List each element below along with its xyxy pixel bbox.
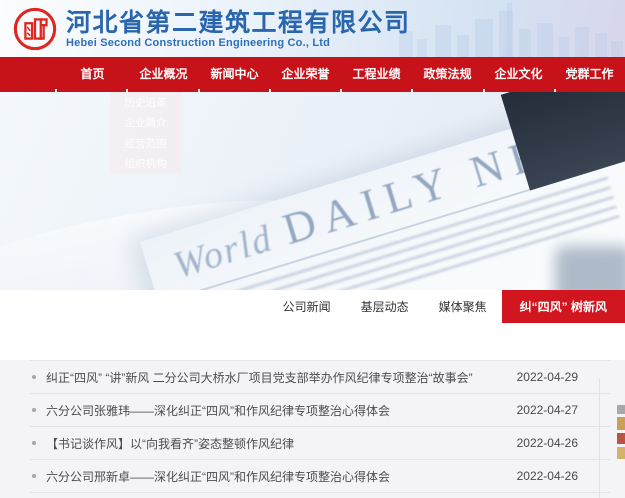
nav-item[interactable]: 党群工作 (554, 57, 625, 89)
nav-items: 首页 企业概况 新闻中心 企业荣誉 工程业绩 政策法规 企业文化 党群工作 (0, 57, 625, 89)
news-list-area: 纠正“四风” “讲”新风 二分公司大桥水厂项目党支部举办作风纪律专项整治“故事会… (0, 360, 625, 498)
hero-banner: ...Set for This Week WorldDAILY NEWS 历史沿… (0, 92, 625, 290)
widget-fragment-icon[interactable] (617, 405, 625, 414)
news-tab[interactable]: 媒体聚焦 (424, 290, 502, 323)
nav-item[interactable]: 企业概况 (128, 57, 199, 89)
nav-item[interactable]: 工程业绩 (341, 57, 412, 89)
nav-item[interactable]: 新闻中心 (199, 57, 270, 89)
company-name-en: Hebei Second Construction Engineering Co… (66, 37, 411, 49)
news-title-link[interactable]: 六分公司张雅玮——深化纠正“四风”和作风纪律专项整治心得体会 (46, 402, 517, 419)
news-row: 【书记谈作风】以“向我看齐”姿态整顿作风纪律 2022-04-26 (30, 426, 610, 459)
main-nav: 首页 企业概况 新闻中心 企业荣誉 工程业绩 政策法规 企业文化 党群工作 (0, 57, 625, 92)
widget-fragment-icon[interactable] (617, 447, 625, 459)
nav-item[interactable]: 首页 (57, 57, 128, 89)
dropdown-item[interactable]: 企业简介 (110, 113, 181, 134)
news-tab[interactable]: 纠“四风” 树新风 (502, 290, 625, 323)
blurred-photo-fragment (555, 246, 625, 290)
news-tab-strip: 公司新闻 基层动态 媒体聚焦 纠“四风” 树新风 (0, 290, 625, 323)
bullet-icon (32, 408, 36, 412)
news-list: 纠正“四风” “讲”新风 二分公司大桥水厂项目党支部举办作风纪律专项整治“故事会… (30, 360, 610, 498)
widget-fragment-icon[interactable] (617, 417, 625, 430)
dropdown-item[interactable]: 历史沿革 (110, 92, 181, 113)
news-title-link[interactable]: 六分公司邢新卓——深化纠正“四风”和作风纪律专项整治心得体会 (46, 468, 517, 485)
nav-dropdown-company-profile: 历史沿革 企业简介 经营范围 组织机构 (110, 92, 181, 174)
news-row: 六分公司张雅玮——深化纠正“四风”和作风纪律专项整治心得体会 2022-04-2… (30, 393, 610, 426)
floating-widget-fragment[interactable] (617, 405, 625, 459)
brand: 河北省第二建筑工程有限公司 Hebei Second Construction … (0, 0, 625, 52)
widget-fragment-icon[interactable] (617, 433, 625, 444)
news-row: 二分公司李智——深化纠正“四风”和作风纪律专项整治心得体会 2022-04-26 (30, 492, 610, 498)
masthead-world: World (169, 217, 278, 287)
page: 河北省第二建筑工程有限公司 Hebei Second Construction … (0, 0, 625, 498)
dropdown-item[interactable]: 经营范围 (110, 133, 181, 154)
site-header: 河北省第二建筑工程有限公司 Hebei Second Construction … (0, 0, 625, 57)
news-date: 2022-04-29 (517, 370, 610, 384)
content-right-border (599, 378, 600, 498)
bullet-icon (32, 375, 36, 379)
bullet-icon (32, 441, 36, 445)
news-tab[interactable]: 基层动态 (346, 290, 424, 323)
bullet-icon (32, 474, 36, 478)
news-date: 2022-04-26 (517, 469, 610, 483)
dropdown-item[interactable]: 组织机构 (110, 154, 181, 175)
news-tab[interactable]: 公司新闻 (268, 290, 346, 323)
company-name-zh: 河北省第二建筑工程有限公司 (66, 10, 411, 37)
nav-item[interactable]: 政策法规 (412, 57, 483, 89)
news-row: 六分公司邢新卓——深化纠正“四风”和作风纪律专项整治心得体会 2022-04-2… (30, 459, 610, 492)
news-date: 2022-04-27 (517, 403, 610, 417)
news-date: 2022-04-26 (517, 436, 610, 450)
news-title-link[interactable]: 纠正“四风” “讲”新风 二分公司大桥水厂项目党支部举办作风纪律专项整治“故事会… (46, 369, 517, 386)
news-title-link[interactable]: 【书记谈作风】以“向我看齐”姿态整顿作风纪律 (46, 435, 517, 452)
news-row: 纠正“四风” “讲”新风 二分公司大桥水厂项目党支部举办作风纪律专项整治“故事会… (30, 360, 610, 393)
nav-item[interactable]: 企业文化 (483, 57, 554, 89)
nav-item[interactable]: 企业荣誉 (270, 57, 341, 89)
company-logo[interactable] (12, 6, 58, 52)
